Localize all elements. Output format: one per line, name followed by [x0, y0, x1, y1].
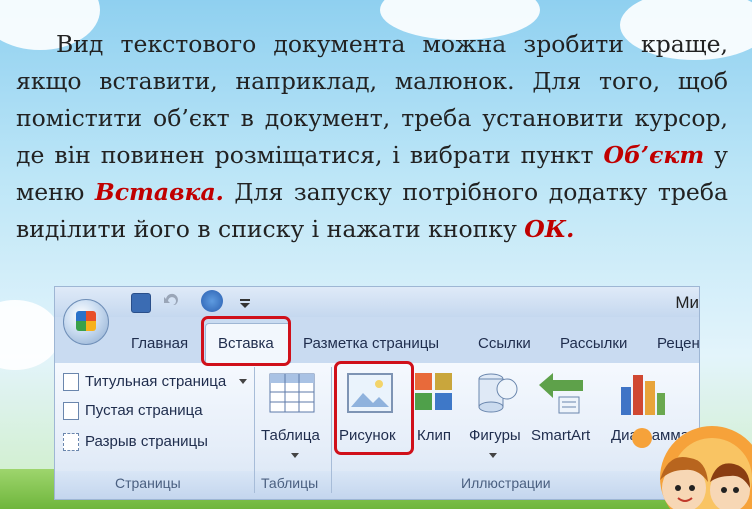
- shapes-button[interactable]: Фигуры: [469, 427, 521, 444]
- save-icon[interactable]: [131, 293, 151, 313]
- clip-art-icon: [415, 373, 452, 410]
- title-page-command[interactable]: Титульная страница: [85, 373, 226, 390]
- table-button[interactable]: Таблица: [261, 427, 320, 444]
- tab-page-layout[interactable]: Разметка страницы: [303, 335, 439, 352]
- insert-emphasis: Вставка.: [94, 178, 224, 206]
- instruction-paragraph: Вид текстового документа можна зробити к…: [16, 26, 728, 248]
- chevron-down-icon[interactable]: [291, 453, 299, 459]
- customize-qat-icon[interactable]: [239, 293, 251, 311]
- office-button[interactable]: [63, 299, 109, 345]
- group-label-pages: Страницы: [115, 475, 181, 491]
- children-illustration: [632, 426, 752, 509]
- word-ribbon-screenshot: Ми Главная Вставка Разметка страницы Ссы…: [54, 286, 700, 500]
- group-separator: [331, 367, 332, 493]
- tab-home[interactable]: Главная: [131, 335, 188, 352]
- page-break-icon: [63, 433, 79, 451]
- table-icon: [269, 373, 315, 413]
- picture-button-highlight: [334, 361, 414, 455]
- insert-tab-highlight: [201, 316, 291, 366]
- smartart-button[interactable]: SmartArt: [531, 427, 590, 444]
- tab-references[interactable]: Ссылки: [478, 335, 531, 352]
- shapes-icon: [478, 373, 518, 413]
- chevron-down-icon[interactable]: [239, 379, 247, 385]
- ribbon-tabs: Главная Вставка Разметка страницы Ссылки…: [55, 317, 699, 364]
- undo-icon[interactable]: [161, 293, 179, 311]
- quick-access-toolbar: Ми: [55, 287, 699, 317]
- tab-mailings[interactable]: Рассылки: [560, 335, 627, 352]
- group-separator: [254, 367, 255, 493]
- group-label-illustrations: Иллюстрации: [461, 475, 551, 491]
- blank-page-command[interactable]: Пустая страница: [85, 402, 203, 419]
- tab-review[interactable]: Рецен: [657, 335, 699, 352]
- window-title: Ми: [675, 293, 699, 312]
- group-label-tables: Таблицы: [261, 475, 319, 491]
- clip-art-button[interactable]: Клип: [417, 427, 451, 444]
- office-button-icon: [76, 311, 96, 331]
- smartart-icon: [539, 373, 583, 414]
- blank-page-icon: [63, 402, 79, 420]
- redo-icon[interactable]: [201, 290, 223, 312]
- page-break-command[interactable]: Разрыв страницы: [85, 433, 208, 450]
- title-page-icon: [63, 373, 79, 391]
- chevron-down-icon[interactable]: [489, 453, 497, 459]
- ok-emphasis: ОК.: [524, 215, 575, 243]
- object-emphasis: Об’єкт: [603, 141, 705, 169]
- chart-icon: [621, 375, 665, 415]
